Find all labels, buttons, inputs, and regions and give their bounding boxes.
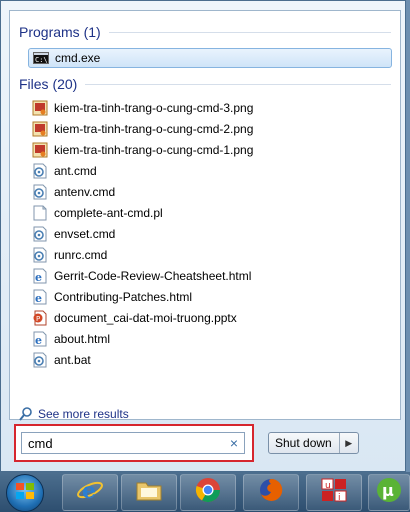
firefox-icon	[257, 476, 285, 509]
svg-text:e: e	[35, 292, 42, 305]
programs-header[interactable]: Programs (1)	[19, 24, 391, 40]
result-label: document_cai-dat-moi-truong.pptx	[54, 311, 237, 325]
see-more-label: See more results	[38, 407, 129, 421]
shutdown-button[interactable]: Shut down	[269, 433, 340, 453]
result-file[interactable]: kiem-tra-tinh-trang-o-cung-cmd-3.png	[28, 98, 392, 118]
result-label: antenv.cmd	[54, 185, 116, 199]
script-file-icon	[32, 184, 48, 200]
search-input[interactable]	[28, 435, 218, 451]
svg-text:u: u	[325, 481, 331, 491]
start-button[interactable]	[6, 474, 44, 512]
folder-icon	[135, 478, 163, 507]
clear-search-icon[interactable]: ×	[230, 435, 238, 451]
internet-explorer-icon: e	[76, 476, 104, 509]
search-highlight-box: ×	[14, 424, 254, 462]
result-file[interactable]: ant.bat	[28, 350, 392, 370]
files-header-label: Files (20)	[19, 76, 78, 92]
result-file[interactable]: antenv.cmd	[28, 182, 392, 202]
result-file[interactable]: runrc.cmd	[28, 245, 392, 265]
result-file[interactable]: e Contributing-Patches.html	[28, 287, 392, 307]
script-file-icon	[32, 226, 48, 242]
result-file[interactable]: e about.html	[28, 329, 392, 349]
taskbar-internet-explorer[interactable]: e	[62, 474, 118, 511]
result-file[interactable]: kiem-tra-tinh-trang-o-cung-cmd-2.png	[28, 119, 392, 139]
result-file[interactable]: P document_cai-dat-moi-truong.pptx	[28, 308, 392, 328]
image-file-icon	[32, 121, 48, 137]
svg-text:i: i	[338, 493, 341, 503]
powerpoint-file-icon: P	[32, 310, 48, 326]
ie-file-icon: e	[32, 331, 48, 347]
chrome-icon	[194, 476, 222, 509]
ie-file-icon: e	[32, 289, 48, 305]
taskbar: e ui µ	[0, 472, 410, 512]
search-field[interactable]: ×	[21, 432, 245, 454]
windows-logo-icon	[15, 482, 35, 505]
script-file-icon	[32, 247, 48, 263]
result-file[interactable]: envset.cmd	[28, 224, 392, 244]
result-label: Contributing-Patches.html	[54, 290, 193, 304]
search-icon	[18, 406, 34, 422]
image-file-icon	[32, 142, 48, 158]
svg-text:e: e	[82, 478, 96, 504]
taskbar-utorrent[interactable]: µ	[368, 474, 410, 511]
start-menu: Programs (1) C:\ cmd.exe Files (20) kiem…	[0, 0, 406, 472]
result-file[interactable]: kiem-tra-tinh-trang-o-cung-cmd-1.png	[28, 140, 392, 160]
script-file-icon	[32, 163, 48, 179]
shutdown-options-arrow-icon[interactable]: ▶	[340, 433, 358, 453]
result-label: kiem-tra-tinh-trang-o-cung-cmd-1.png	[54, 143, 254, 157]
programs-header-label: Programs (1)	[19, 24, 101, 40]
result-label: about.html	[54, 332, 111, 346]
see-more-results-link[interactable]: See more results	[18, 406, 129, 422]
image-file-icon	[32, 100, 48, 116]
svg-text:e: e	[35, 334, 42, 347]
unikey-icon: ui	[320, 477, 348, 508]
files-header[interactable]: Files (20)	[19, 76, 391, 92]
search-results-panel: Programs (1) C:\ cmd.exe Files (20) kiem…	[9, 10, 401, 422]
result-label: ant.cmd	[54, 164, 97, 178]
result-label: Gerrit-Code-Review-Cheatsheet.html	[54, 269, 252, 283]
svg-text:C:\: C:\	[35, 56, 48, 64]
result-file[interactable]: ant.cmd	[28, 161, 392, 181]
utorrent-icon: µ	[375, 476, 403, 509]
result-label: kiem-tra-tinh-trang-o-cung-cmd-3.png	[54, 101, 254, 115]
svg-text:P: P	[36, 315, 40, 323]
taskbar-firefox[interactable]	[243, 474, 299, 511]
blank-file-icon	[32, 205, 48, 221]
result-label: envset.cmd	[54, 227, 116, 241]
taskbar-chrome[interactable]	[180, 474, 236, 511]
result-cmd-exe[interactable]: C:\ cmd.exe	[28, 48, 392, 68]
svg-text:e: e	[35, 271, 42, 284]
result-label: runrc.cmd	[54, 248, 108, 262]
result-label: ant.bat	[54, 353, 91, 367]
result-label: cmd.exe	[55, 51, 101, 65]
ie-file-icon: e	[32, 268, 48, 284]
shutdown-button-group: Shut down ▶	[268, 432, 359, 454]
script-file-icon	[32, 352, 48, 368]
result-label: complete-ant-cmd.pl	[54, 206, 163, 220]
svg-text:µ: µ	[382, 481, 394, 500]
result-file[interactable]: e Gerrit-Code-Review-Cheatsheet.html	[28, 266, 392, 286]
cmd-icon: C:\	[33, 50, 49, 66]
taskbar-file-explorer[interactable]	[121, 474, 177, 511]
result-file[interactable]: complete-ant-cmd.pl	[28, 203, 392, 223]
taskbar-unikey[interactable]: ui	[306, 474, 362, 511]
result-label: kiem-tra-tinh-trang-o-cung-cmd-2.png	[54, 122, 254, 136]
